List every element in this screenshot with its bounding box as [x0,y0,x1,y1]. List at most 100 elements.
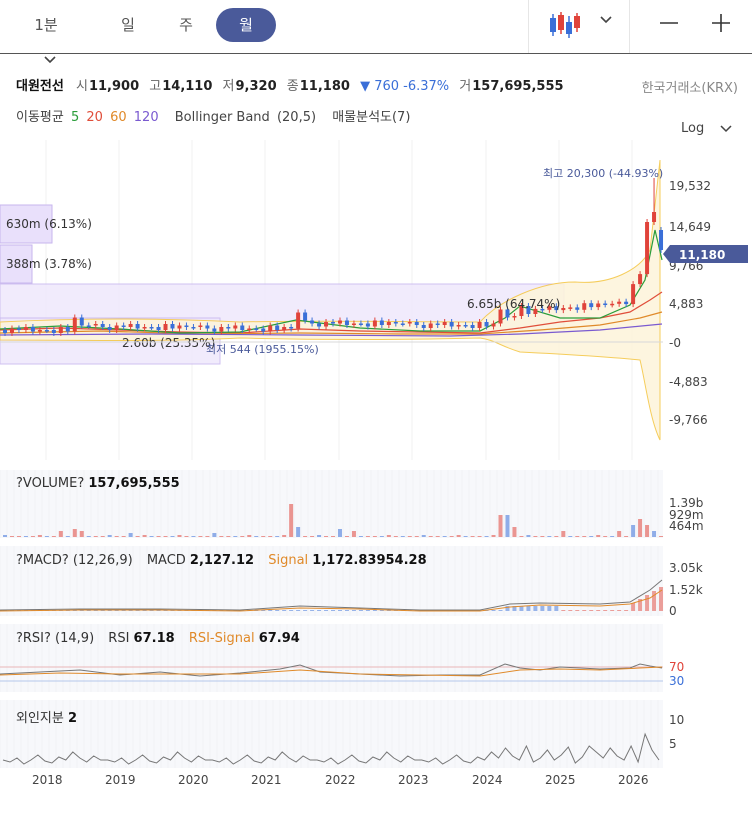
x-axis-label: 2024 [472,773,503,787]
volume-bar [51,536,56,537]
macd-bar [177,610,182,611]
volume-bar [212,533,217,537]
macd-bar [638,599,643,611]
volume-profile-bar [0,283,565,333]
volume-bar [37,535,42,537]
volume-bar [142,535,147,537]
macd-tick: 1.52k [669,583,703,597]
volume-bar [463,536,468,537]
candle-body [435,323,440,325]
macd-bar [303,610,308,611]
macd-bar [135,610,140,611]
indicator-legend[interactable]: 이동평균 5 20 60 120 Bollinger Band (20,5) 매… [16,106,413,125]
volume-bar [303,536,308,537]
macd-bar [205,610,210,611]
volume-bar [358,536,363,537]
macd-signal-value: 1,172.83954.28 [312,553,427,568]
rsi-line [0,663,663,677]
foreign-tick: 5 [669,737,677,751]
candle-body [23,327,28,330]
macd-bar [386,610,391,611]
macd-bar [533,606,538,611]
period-month-tab[interactable]: 월 [216,8,276,42]
zoom-out-icon[interactable] [658,12,680,38]
macd-bar [351,610,356,611]
candle-body [44,330,49,332]
x-axis-label: 2018 [32,773,63,787]
candle-body [324,322,329,327]
macd-bar [659,587,664,611]
chevron-down-icon [720,124,732,132]
candle-body [498,309,503,324]
zoom-in-icon[interactable] [710,12,732,38]
candle-body [365,323,370,327]
volume-profile-label: 매물분석도(7) [332,110,411,125]
candle-body [568,307,573,309]
period-day-tab[interactable]: 일 [106,8,150,42]
ma-60-line [0,311,663,335]
current-price-tag [663,245,748,263]
current-price-label: 11,180 [679,248,725,262]
scale-mode-dropdown[interactable]: Log [681,121,732,136]
rsi-panel-header: ?RSI? (14,9) RSI 67.18 RSI-Signal 67.94 [16,631,300,646]
candle-body [30,327,35,332]
rsi-label: RSI [108,631,130,646]
volume-profile-bar [0,204,53,244]
volume-bar [79,531,84,537]
close-value: 11,180 [299,79,350,94]
macd-bar [163,610,168,611]
candle-body [456,325,461,327]
volume-bar [645,525,650,537]
macd-bar [358,610,363,611]
candle-body [100,324,105,327]
volume-bar [240,536,245,537]
scale-mode-label: Log [681,121,705,136]
macd-bar [23,610,28,611]
volume-bar [428,536,433,537]
low-value: 9,320 [235,79,277,94]
candle-body [93,324,98,326]
volume-bar [261,536,266,537]
volume-bar [631,525,636,537]
candle-body [400,323,405,325]
candle-body [16,328,21,330]
macd-bar [400,610,405,611]
profile-label: 388m (3.78%) [6,257,92,271]
macd-bar [526,606,531,611]
candle-body [212,328,217,332]
macd-line [0,579,663,611]
x-axis-label: 2019 [105,773,136,787]
volume-bar [275,536,280,537]
candle-body [268,325,273,332]
macd-bar [477,610,482,611]
rsi-signal-label: RSI-Signal [188,631,255,646]
period-week-tab[interactable]: 주 [164,8,208,42]
candle-body [149,327,154,329]
rsi-tick-70: 70 [669,660,684,674]
macd-bar [624,610,629,611]
period-1min-dropdown[interactable]: 1분 [22,8,70,63]
candle-body [86,325,91,327]
low-label: 저 [222,79,235,94]
candle-body [247,328,252,330]
macd-bar [561,610,566,611]
candle-body [610,303,615,306]
candle-body [58,327,63,333]
volume-value: 157,695,555 [472,79,564,94]
volume-bar [603,536,608,537]
chart-type-dropdown[interactable] [548,12,628,38]
volume-bar [184,536,189,537]
x-axis: 2018 2019 2020 2021 2022 2023 2024 2025 2026 [32,773,649,787]
volume-bar [449,536,454,537]
macd-bar [331,610,336,611]
volume-bar [498,515,503,537]
macd-bar [365,610,370,611]
price-tick: 4,883 [669,297,703,311]
candle-body [547,306,552,310]
volume-bars [3,504,664,537]
candle-body [617,301,622,304]
candle-body [519,306,524,316]
macd-bar [428,610,433,611]
rsi-panel-title: ?RSI? (14,9) [16,631,95,646]
volume-bar [289,504,294,537]
